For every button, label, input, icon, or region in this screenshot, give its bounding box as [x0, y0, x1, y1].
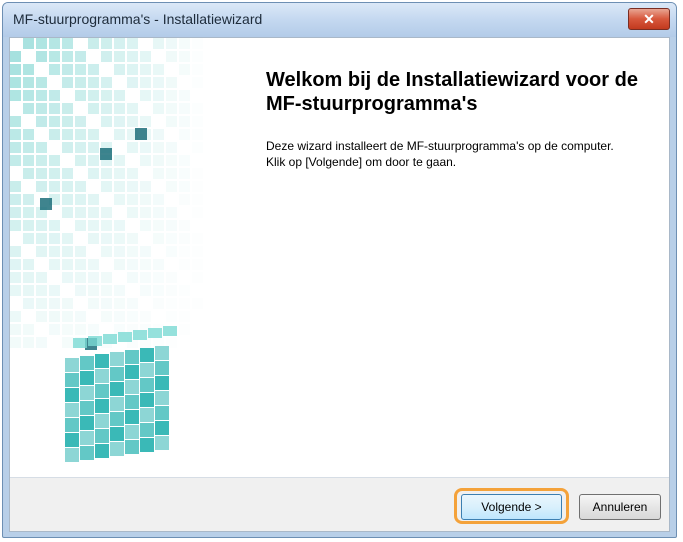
wizard-footer: Volgende > Annuleren: [10, 477, 669, 531]
installer-window: MF-stuurprogramma's - Installatiewizard …: [2, 2, 677, 538]
title-bar[interactable]: MF-stuurprogramma's - Installatiewizard …: [3, 3, 676, 37]
cube-graphic-icon: [10, 38, 190, 462]
cancel-button[interactable]: Annuleren: [579, 494, 661, 520]
wizard-side-graphic: [10, 38, 254, 477]
close-button[interactable]: ✕: [628, 8, 670, 30]
wizard-content: Welkom bij de Installatiewizard voor de …: [266, 68, 656, 170]
wizard-body: Welkom bij de Installatiewizard voor de …: [9, 37, 670, 532]
next-button[interactable]: Volgende >: [461, 494, 562, 520]
wizard-description: Deze wizard installeert de MF-stuurprogr…: [266, 139, 614, 169]
window-title: MF-stuurprogramma's - Installatiewizard: [13, 11, 263, 27]
wizard-heading: Welkom bij de Installatiewizard voor de …: [266, 69, 638, 115]
close-icon: ✕: [643, 11, 655, 27]
